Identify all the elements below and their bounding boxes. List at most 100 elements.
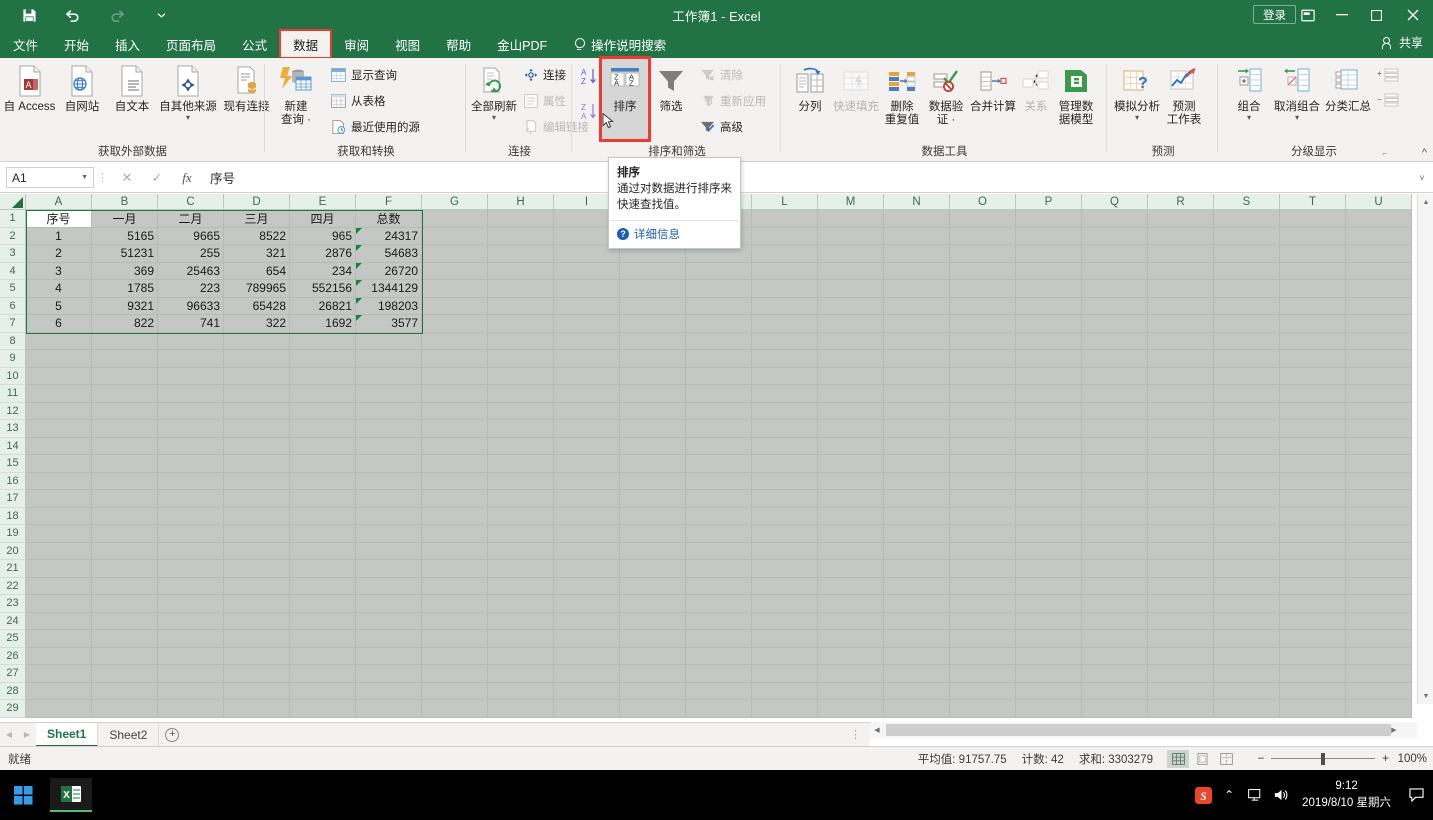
zoom-out-button[interactable]: −	[1258, 753, 1265, 765]
cell-M8[interactable]	[818, 332, 884, 350]
share-button[interactable]: 共享	[1381, 34, 1423, 51]
cell-K11[interactable]	[686, 385, 752, 403]
cell-L3[interactable]	[752, 245, 818, 263]
cell-A23[interactable]	[26, 595, 92, 613]
cell-J18[interactable]	[620, 507, 686, 525]
row-header-21[interactable]: 21	[0, 560, 26, 578]
cell-N28[interactable]	[884, 682, 950, 700]
cell-G4[interactable]	[422, 262, 488, 280]
cell-P11[interactable]	[1016, 385, 1082, 403]
cell-T12[interactable]	[1280, 402, 1346, 420]
cell-O8[interactable]	[950, 332, 1016, 350]
cell-P28[interactable]	[1016, 682, 1082, 700]
cell-F26[interactable]	[356, 647, 422, 665]
sheet-tab-splitter[interactable]: ⋮	[850, 728, 862, 741]
cell-J17[interactable]	[620, 490, 686, 508]
cell-U26[interactable]	[1346, 647, 1412, 665]
cell-I5[interactable]	[554, 280, 620, 298]
cell-O21[interactable]	[950, 560, 1016, 578]
cell-H16[interactable]	[488, 472, 554, 490]
cell-R18[interactable]	[1148, 507, 1214, 525]
cell-T10[interactable]	[1280, 367, 1346, 385]
cell-H12[interactable]	[488, 402, 554, 420]
cell-T16[interactable]	[1280, 472, 1346, 490]
cell-L12[interactable]	[752, 402, 818, 420]
zoom-slider[interactable]	[1271, 751, 1376, 767]
cell-Q18[interactable]	[1082, 507, 1148, 525]
cell-E15[interactable]	[290, 455, 356, 473]
cell-D18[interactable]	[224, 507, 290, 525]
cell-G7[interactable]	[422, 315, 488, 333]
cell-O10[interactable]	[950, 367, 1016, 385]
tab-review[interactable]: 审阅	[331, 30, 382, 58]
cell-F28[interactable]	[356, 682, 422, 700]
cell-S4[interactable]	[1214, 262, 1280, 280]
cell-H24[interactable]	[488, 612, 554, 630]
start-button[interactable]	[6, 778, 40, 812]
cell-B16[interactable]	[92, 472, 158, 490]
cell-H17[interactable]	[488, 490, 554, 508]
cell-Q29[interactable]	[1082, 700, 1148, 718]
row-header-17[interactable]: 17	[0, 490, 26, 508]
cell-M24[interactable]	[818, 612, 884, 630]
cell-L26[interactable]	[752, 647, 818, 665]
cell-M22[interactable]	[818, 577, 884, 595]
cell-I26[interactable]	[554, 647, 620, 665]
cell-L7[interactable]	[752, 315, 818, 333]
cell-M26[interactable]	[818, 647, 884, 665]
cell-B18[interactable]	[92, 507, 158, 525]
cell-B29[interactable]	[92, 700, 158, 718]
cell-A5[interactable]: 4	[26, 280, 92, 298]
cell-O6[interactable]	[950, 297, 1016, 315]
cell-J21[interactable]	[620, 560, 686, 578]
cell-C11[interactable]	[158, 385, 224, 403]
cell-C13[interactable]	[158, 420, 224, 438]
cell-U12[interactable]	[1346, 402, 1412, 420]
cell-A19[interactable]	[26, 525, 92, 543]
cell-M16[interactable]	[818, 472, 884, 490]
cell-K26[interactable]	[686, 647, 752, 665]
cell-T28[interactable]	[1280, 682, 1346, 700]
cell-U16[interactable]	[1346, 472, 1412, 490]
cell-F9[interactable]	[356, 350, 422, 368]
column-header-o[interactable]: O	[950, 194, 1016, 210]
cell-D14[interactable]	[224, 437, 290, 455]
cell-S19[interactable]	[1214, 525, 1280, 543]
cell-O9[interactable]	[950, 350, 1016, 368]
cell-I13[interactable]	[554, 420, 620, 438]
cell-D21[interactable]	[224, 560, 290, 578]
cell-F15[interactable]	[356, 455, 422, 473]
cell-E16[interactable]	[290, 472, 356, 490]
cell-R24[interactable]	[1148, 612, 1214, 630]
cell-B20[interactable]	[92, 542, 158, 560]
cell-F16[interactable]	[356, 472, 422, 490]
tab-file[interactable]: 文件	[0, 30, 51, 58]
name-box[interactable]: A1 ▼	[6, 167, 94, 188]
cell-B23[interactable]	[92, 595, 158, 613]
cell-N26[interactable]	[884, 647, 950, 665]
tab-help[interactable]: 帮助	[433, 30, 484, 58]
cell-N25[interactable]	[884, 630, 950, 648]
row-header-25[interactable]: 25	[0, 630, 26, 648]
cell-U9[interactable]	[1346, 350, 1412, 368]
cell-P16[interactable]	[1016, 472, 1082, 490]
zoom-slider-thumb[interactable]	[1321, 752, 1326, 765]
cell-L4[interactable]	[752, 262, 818, 280]
cell-J9[interactable]	[620, 350, 686, 368]
cell-L15[interactable]	[752, 455, 818, 473]
cell-C18[interactable]	[158, 507, 224, 525]
cell-M7[interactable]	[818, 315, 884, 333]
cell-A7[interactable]: 6	[26, 315, 92, 333]
cell-P15[interactable]	[1016, 455, 1082, 473]
cell-O7[interactable]	[950, 315, 1016, 333]
cell-P9[interactable]	[1016, 350, 1082, 368]
zoom-in-button[interactable]: +	[1382, 753, 1389, 765]
cell-S24[interactable]	[1214, 612, 1280, 630]
cell-F2[interactable]: 24317	[356, 227, 422, 245]
cell-N11[interactable]	[884, 385, 950, 403]
cell-C1[interactable]: 二月	[158, 210, 224, 228]
cell-D5[interactable]: 789965	[224, 280, 290, 298]
cell-B5[interactable]: 1785	[92, 280, 158, 298]
cell-Q14[interactable]	[1082, 437, 1148, 455]
cell-S27[interactable]	[1214, 665, 1280, 683]
